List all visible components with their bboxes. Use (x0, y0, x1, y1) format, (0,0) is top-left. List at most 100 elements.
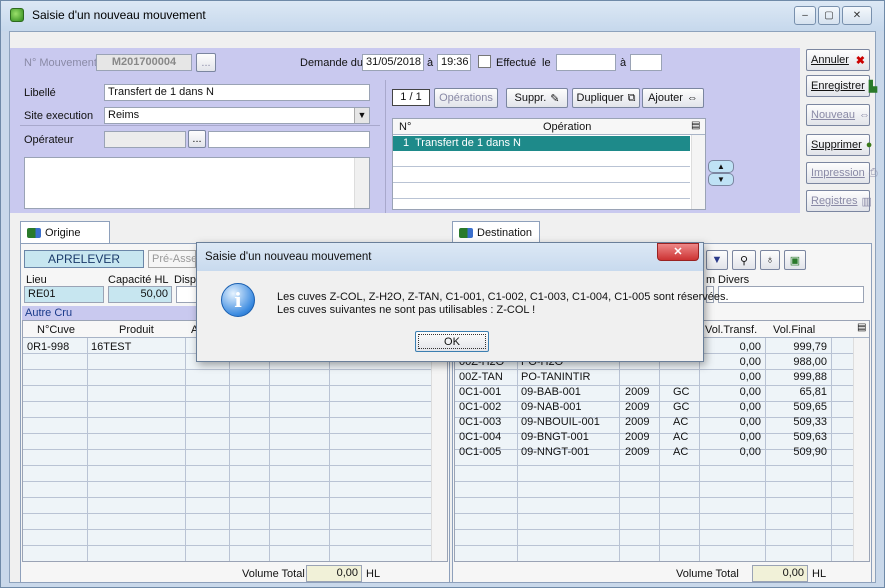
final-cell: 509,33 (793, 416, 827, 428)
minimize-button[interactable]: – (794, 6, 816, 25)
destination-volume-field: 0,00 (752, 565, 808, 582)
tank-button[interactable]: ⚲ (732, 250, 756, 270)
capacite-field: 50,00 (108, 286, 172, 303)
produit-cell: 09-NBOUIL-001 (521, 416, 600, 428)
demande-label: Demande du (300, 57, 363, 69)
operations-scrollbar[interactable] (691, 135, 705, 209)
lightbulb-icon: ♁ (765, 254, 775, 266)
table-row[interactable]: 0C1-005 09-NNGT-001 2009 AC 0,00 509,90 (455, 445, 853, 460)
col-produit-header: Produit (119, 324, 154, 336)
annee-cell: 2009 (625, 386, 650, 398)
libelle-field[interactable]: Transfert de 1 dans N (104, 84, 370, 101)
move-down-button[interactable]: ▼ (708, 173, 734, 186)
transf-cell: 0,00 (739, 386, 761, 398)
annuler-button[interactable]: Annuler ✖ (806, 49, 870, 71)
money-button[interactable]: ▣ (784, 250, 806, 270)
tank-icon: ⚲ (739, 254, 749, 267)
dupliquer-label: Dupliquer (576, 92, 624, 104)
lieu-field[interactable]: RE01 (24, 286, 104, 303)
table-row[interactable]: 0C1-003 09-NBOUIL-001 2009 AC 0,00 509,33 (455, 415, 853, 430)
impression-button[interactable]: Impression ⎙ (806, 162, 878, 184)
effectue-checkbox[interactable] (478, 55, 491, 68)
demande-time-field[interactable]: 19:36 (437, 54, 471, 71)
operateur-browse-button[interactable]: ... (188, 130, 206, 148)
suppr-button[interactable]: Suppr. ✎ (506, 88, 568, 108)
dialog-close-button[interactable]: ✕ (657, 243, 699, 261)
aprelever-badge: APRELEVER (24, 250, 144, 268)
operateur-code-field[interactable] (104, 131, 186, 148)
tab-origine-label: Origine (45, 226, 81, 239)
table-row[interactable]: 1 Transfert de 1 dans N (393, 136, 690, 151)
table-row[interactable]: 00Z-TAN PO-TANINTIR 0,00 999,88 (455, 370, 853, 385)
demande-date-field[interactable]: 31/05/2018 (362, 54, 424, 71)
demande-a-label: à (427, 57, 434, 69)
final-cell: 999,79 (793, 341, 827, 353)
close-button[interactable]: ✕ (842, 6, 872, 25)
truck-icon (459, 227, 473, 238)
divers-field[interactable] (718, 286, 864, 303)
col-num-header: N° (399, 121, 412, 133)
tab-origine[interactable]: Origine (20, 221, 110, 243)
enregistrer-button[interactable]: Enregistrer ▙ (806, 75, 877, 97)
transf-cell: 0,00 (739, 356, 761, 368)
op-row-label: Transfert de 1 dans N (415, 137, 521, 149)
operateur-name-field[interactable] (208, 131, 370, 148)
notes-textarea[interactable] (24, 157, 370, 209)
destination-scrollbar[interactable] (853, 338, 869, 561)
maximize-button[interactable]: ▢ (818, 6, 840, 25)
final-cell: 509,63 (793, 431, 827, 443)
column-picker-icon[interactable]: ▤ (857, 322, 866, 333)
produit-cell: 09-BNGT-001 (521, 431, 589, 443)
supprimer-button[interactable]: Supprimer ● (806, 134, 872, 156)
registres-label: Registres (811, 195, 858, 207)
money-icon: ▣ (789, 254, 801, 267)
dialog-title: Saisie d'un nouveau mouvement (205, 251, 372, 263)
dupliquer-button[interactable]: Dupliquer ⧉ (572, 88, 640, 108)
filter-button[interactable]: ▼ (706, 250, 728, 270)
mouvement-browse-button[interactable]: ... (196, 53, 216, 72)
ok-button[interactable]: OK (415, 331, 489, 352)
final-cell: 65,81 (799, 386, 827, 398)
lieu-label: Lieu (26, 274, 47, 286)
info-icon: i (221, 283, 255, 317)
move-up-button[interactable]: ▲ (708, 160, 734, 173)
tab-destination[interactable]: Destination (452, 221, 540, 243)
origine-scrollbar[interactable] (431, 338, 447, 561)
bulb-button[interactable]: ♁ (760, 250, 780, 270)
enregistrer-label: Enregistrer (811, 80, 865, 92)
app-icon (10, 8, 24, 22)
nouveau-button[interactable]: Nouveau ⇔ (806, 104, 870, 126)
notes-scrollbar[interactable] (354, 158, 369, 208)
pre-assem-field[interactable]: Pré-Assem (148, 250, 196, 268)
dialog-message-line2: Les cuves suivantes ne sont pas utilisab… (277, 304, 536, 316)
divider (20, 125, 380, 126)
cat-cell: AC (673, 446, 689, 458)
produit-cell: 09-NAB-001 (521, 401, 582, 413)
annee-cell: 2009 (625, 431, 650, 443)
table-row[interactable]: 0C1-001 09-BAB-001 2009 GC 0,00 65,81 (455, 385, 853, 400)
effectue-date-field[interactable] (556, 54, 616, 71)
table-row[interactable]: 0C1-004 09-BNGT-001 2009 AC 0,00 509,63 (455, 430, 853, 445)
cuve-cell: 0C1-002 (459, 401, 502, 413)
op-row-num: 1 (403, 137, 410, 149)
col-divider (329, 338, 330, 561)
message-dialog: Saisie d'un nouveau mouvement ✕ i Les cu… (196, 242, 729, 362)
registres-button[interactable]: Registres ▥ (806, 190, 872, 212)
tab-destination-label: Destination (477, 226, 533, 239)
operations-button[interactable]: Opérations (434, 88, 498, 108)
table-row[interactable]: 0C1-002 09-NAB-001 2009 GC 0,00 509,65 (455, 400, 853, 415)
col-transf-header: Vol.Transf. (705, 324, 758, 336)
printer-icon: ⎙ (868, 166, 878, 179)
chevron-down-icon[interactable]: ▼ (354, 108, 369, 123)
transf-cell: 0,00 (739, 446, 761, 458)
m-label: m (706, 274, 716, 286)
col-divider (229, 338, 230, 561)
transf-cell: 0,00 (739, 416, 761, 428)
effectue-time-field[interactable] (630, 54, 662, 71)
transf-cell: 0,00 (739, 401, 761, 413)
impression-label: Impression (811, 167, 865, 179)
ajouter-button[interactable]: Ajouter ⇔ (642, 88, 704, 108)
column-picker-icon[interactable]: ▤ (691, 120, 700, 131)
site-select[interactable]: Reims ▼ (104, 107, 370, 124)
final-cell: 999,88 (793, 371, 827, 383)
